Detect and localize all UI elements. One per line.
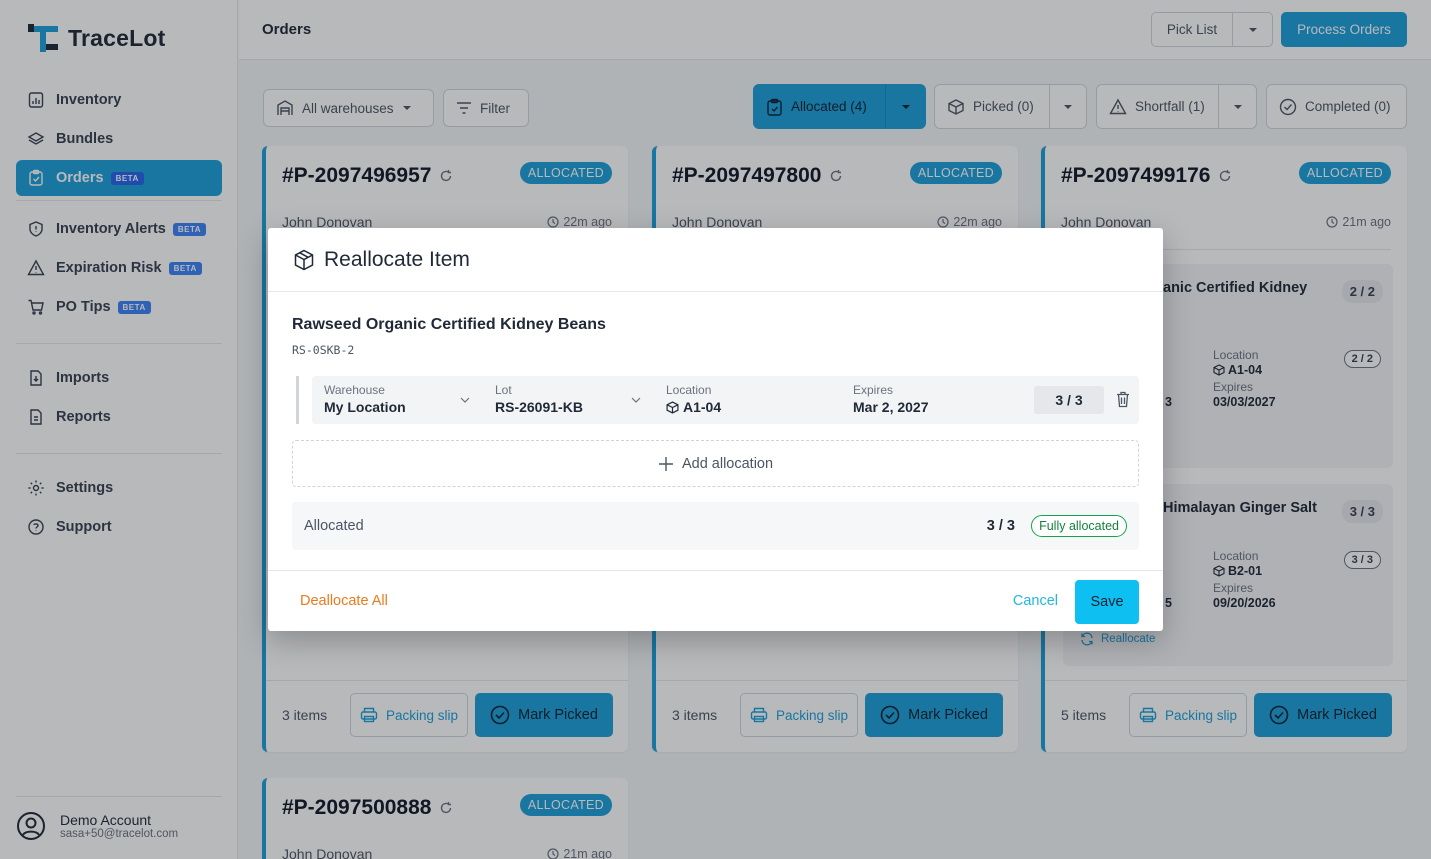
allocated-label: Allocated [304,518,364,534]
plus-icon [658,456,673,471]
fully-allocated-badge: Fully allocated [1031,515,1127,537]
deallocate-all-button[interactable]: Deallocate All [300,593,388,609]
allocated-value: 3 / 3 [986,518,1015,534]
trash-icon[interactable] [1116,391,1130,408]
warehouse-select[interactable]: Warehouse My Location [312,376,477,424]
product-sku: RS-0SKB-2 [292,343,355,357]
lot-select[interactable]: Lot RS-26091-KB [483,376,648,424]
allocation-summary: Allocated 3 / 3 Fully allocated [292,502,1139,550]
location-text: A1-04 [683,399,722,415]
lot-label: Lot [495,383,512,397]
lot-value: RS-26091-KB [495,399,583,415]
allocation-row-body: Warehouse My Location Lot RS-26091-KB Lo… [312,376,1139,424]
modal-header: Reallocate Item [268,228,1163,292]
location-value: A1-04 [666,399,721,415]
allocation-row: Warehouse My Location Lot RS-26091-KB Lo… [296,376,1139,424]
modal-title: Reallocate Item [324,247,470,271]
add-allocation-label: Add allocation [681,455,774,472]
warehouse-value: My Location [324,399,406,415]
save-button[interactable]: Save [1075,580,1139,624]
expires-label: Expires [853,383,894,397]
chevron-down-icon [460,397,470,403]
add-allocation-button[interactable]: Add allocation [292,440,1139,487]
expires-value: Mar 2, 2027 [853,399,929,415]
chevron-down-icon [631,397,641,403]
box-icon [666,400,679,414]
quantity-input[interactable]: 3 / 3 [1034,386,1104,414]
warehouse-label: Warehouse [324,383,385,397]
cancel-button[interactable]: Cancel [1013,593,1058,609]
location-label: Location [666,383,712,397]
box-icon [294,249,314,270]
product-name: Rawseed Organic Certified Kidney Beans [292,316,606,333]
reallocate-modal: Reallocate Item Rawseed Organic Certifie… [268,228,1163,631]
modal-footer: Deallocate All Cancel Save [268,570,1163,631]
